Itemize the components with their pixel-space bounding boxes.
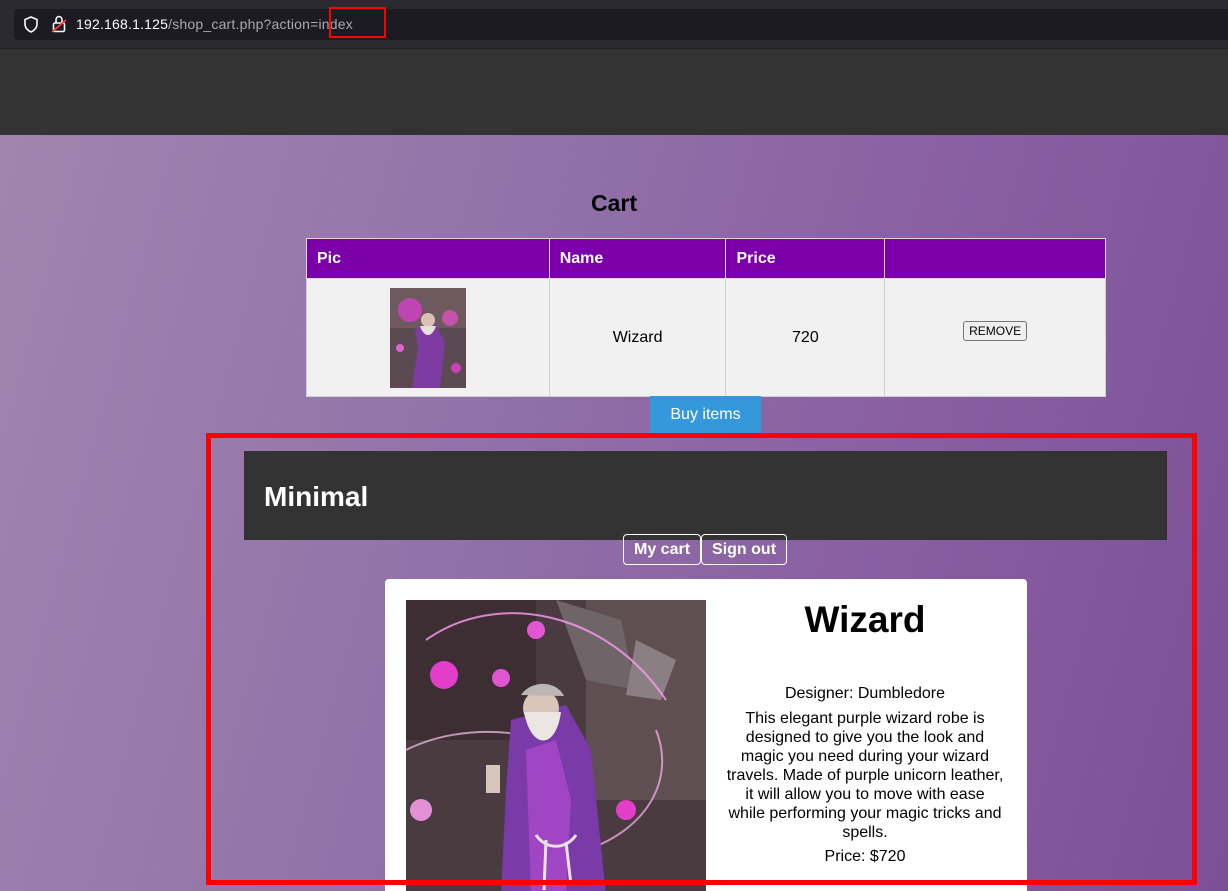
address-bar[interactable]: 192.168.1.125/shop_cart.php?action=index bbox=[14, 9, 1228, 40]
column-header-pic: Pic bbox=[306, 238, 550, 279]
column-header-actions bbox=[884, 238, 1106, 279]
cart-title: Cart bbox=[590, 190, 637, 216]
url-highlight-box bbox=[329, 7, 386, 38]
cell-price: 720 bbox=[725, 278, 886, 397]
buy-items-button[interactable]: Buy items bbox=[650, 396, 761, 434]
browser-toolbar: 192.168.1.125/shop_cart.php?action=index bbox=[0, 0, 1228, 48]
url-host: 192.168.1.125 bbox=[76, 16, 169, 32]
table-header-row: Pic Name Price bbox=[306, 238, 1106, 279]
cart-table: Pic Name Price Wizard 720 REMOVE bbox=[306, 238, 1106, 397]
remove-button[interactable]: REMOVE bbox=[963, 320, 1028, 341]
column-header-price: Price bbox=[725, 238, 886, 279]
page-content: Cart Pic Name Price Wizard 720 REMOVE Bu… bbox=[0, 135, 1228, 891]
highlight-box bbox=[206, 433, 1197, 885]
lock-insecure-icon[interactable] bbox=[51, 15, 67, 33]
url-text[interactable]: 192.168.1.125/shop_cart.php?action=index bbox=[76, 16, 353, 32]
wizard-thumbnail-image bbox=[389, 287, 466, 388]
cell-name: Wizard bbox=[548, 278, 727, 397]
table-row: Wizard 720 REMOVE bbox=[306, 278, 1106, 397]
shield-icon[interactable] bbox=[23, 16, 39, 33]
cell-actions: REMOVE bbox=[884, 278, 1106, 397]
cell-pic bbox=[306, 278, 550, 397]
column-header-name: Name bbox=[548, 238, 727, 279]
browser-dark-area bbox=[0, 48, 1228, 135]
url-path: /shop_cart.php?action=index bbox=[168, 16, 353, 32]
